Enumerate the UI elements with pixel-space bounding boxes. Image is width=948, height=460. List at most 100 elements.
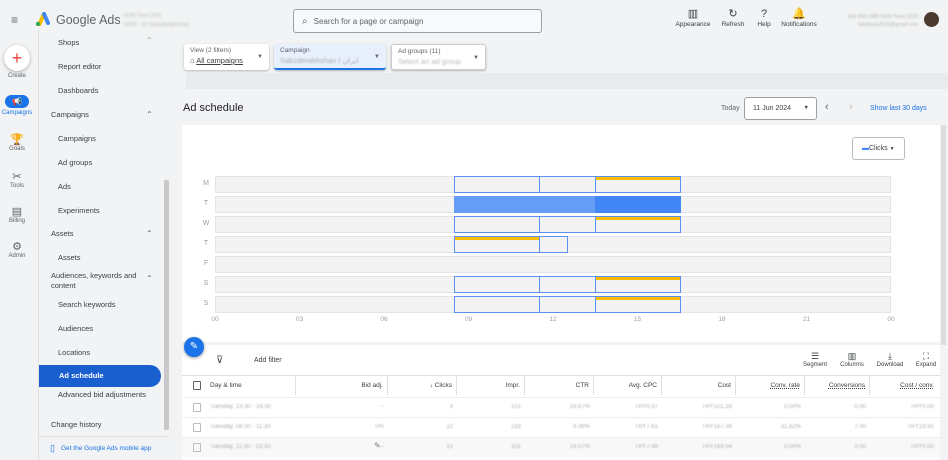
schedule-slot[interactable] <box>595 216 681 233</box>
nav-item-dashboards[interactable]: Dashboards <box>58 86 153 96</box>
chevron-up-icon[interactable]: ⌃ <box>146 110 153 119</box>
column-header-conv-rate[interactable]: Conv. rate <box>736 376 805 395</box>
rail-item-create[interactable]: + Create <box>0 45 34 79</box>
nav-item-experiments[interactable]: Experiments <box>58 206 153 216</box>
account-id[interactable]: HDM · ID Sabzderakhshan <box>124 22 190 28</box>
segment-button[interactable]: ☰ Segment <box>800 351 830 368</box>
column-header-conversions[interactable]: Conversions <box>805 376 870 395</box>
metric-value: Clicks <box>869 145 888 152</box>
nav-item-campaigns[interactable]: Campaigns <box>58 134 153 144</box>
adgroup-filter[interactable]: Ad groups (11) Select an ad group ▼ <box>391 44 486 70</box>
chevron-up-icon[interactable]: ⌃ <box>146 274 153 283</box>
filter-icon[interactable]: ⊽ <box>216 355 223 366</box>
nav-item-change-history[interactable]: Change history <box>51 420 146 430</box>
rail-item-goals[interactable]: 🏆 Goals <box>0 133 34 152</box>
columns-label: Columns <box>840 362 864 368</box>
account-name[interactable]: HDM Team 2020 <box>124 13 161 19</box>
column-header-bid-adj[interactable]: Bid adj. <box>296 376 388 395</box>
schedule-slot[interactable] <box>595 176 681 193</box>
schedule-slot[interactable] <box>454 296 540 313</box>
avatar[interactable] <box>924 12 939 27</box>
nav-item-shops[interactable]: Shops <box>58 38 153 48</box>
schedule-slot[interactable] <box>454 276 540 293</box>
table-cell: Tuesday, 11:30 - 13:30 <box>210 444 271 450</box>
schedule-slot[interactable] <box>538 196 597 213</box>
campaign-filter-label: Campaign <box>280 47 310 54</box>
nav-item-report-editor[interactable]: Report editor <box>58 62 153 72</box>
create-icon: + <box>4 45 30 71</box>
x-tick-label: 21 <box>802 316 811 323</box>
table-cell: 15 <box>446 444 453 450</box>
schedule-slot[interactable] <box>538 216 597 233</box>
nav-item-ads[interactable]: Ads <box>58 182 153 192</box>
columns-button[interactable]: ▥ Columns <box>837 351 867 368</box>
topbar-notifications-button[interactable]: 🔔 Notifications <box>777 8 821 28</box>
add-filter-button[interactable]: Add filter <box>254 357 282 364</box>
date-picker[interactable]: 11 Jun 2024 ▼ <box>744 97 817 120</box>
schedule-slot[interactable] <box>538 296 597 313</box>
column-header-day-time[interactable]: Day & time <box>182 376 296 395</box>
column-header-cost-conv[interactable]: Cost / conv. <box>870 376 938 395</box>
page-scrollbar[interactable] <box>941 125 946 345</box>
rail-item-admin[interactable]: ⚙ Admin <box>0 240 34 259</box>
schedule-slot[interactable] <box>454 196 540 213</box>
schedule-slot[interactable] <box>454 176 540 193</box>
schedule-slot[interactable] <box>538 276 597 293</box>
rail-item-campaigns[interactable]: 📢 Campaigns <box>0 95 34 116</box>
search-placeholder: Search for a page or campaign <box>313 16 424 26</box>
metric-selector[interactable]: ▬Clicks ▼ <box>852 137 905 160</box>
rail-item-tools[interactable]: ✂ Tools <box>0 170 34 189</box>
menu-icon[interactable]: ≡ <box>11 13 18 27</box>
nav-item-assets[interactable]: Assets <box>58 253 153 263</box>
column-header-clicks[interactable]: ↓ Clicks <box>388 376 457 395</box>
edit-bid-icon[interactable]: ✎ <box>374 441 381 450</box>
column-header-impr[interactable]: Impr. <box>457 376 525 395</box>
table-cell: 0.00 <box>854 404 866 410</box>
rail-item-billing[interactable]: ▤ Billing <box>0 205 34 224</box>
schedule-slot[interactable] <box>538 236 569 253</box>
column-header-avg-cpc[interactable]: Avg. CPC <box>594 376 662 395</box>
nav-item-audiences-keywords-and-content[interactable]: Audiences, keywords and content <box>51 271 146 291</box>
table-cell: TRY164.54 <box>701 444 732 450</box>
nav-item-assets[interactable]: Assets <box>51 229 146 239</box>
highlight-bar <box>596 177 680 180</box>
nav-scrollbar[interactable] <box>164 180 169 430</box>
day-label: S <box>203 280 209 287</box>
topbar-appearance-button[interactable]: ▥ Appearance <box>671 8 715 28</box>
schedule-slot[interactable] <box>595 276 681 293</box>
schedule-slot[interactable] <box>454 216 540 233</box>
x-tick-label: 09 <box>464 316 473 323</box>
nav-item-search-keywords[interactable]: Search keywords <box>58 300 153 310</box>
expand-button[interactable]: ⛶ Expand <box>911 351 941 368</box>
download-button[interactable]: ⤓ Download <box>875 351 905 368</box>
nav-item-locations[interactable]: Locations <box>58 348 153 358</box>
mobile-app-link[interactable]: Get the Google Ads mobile app <box>61 445 151 452</box>
search-input[interactable]: ⌕ Search for a page or campaign <box>293 9 542 33</box>
edit-icon[interactable]: ✎ <box>184 337 204 357</box>
schedule-slot[interactable] <box>538 176 597 193</box>
nav-item-campaigns[interactable]: Campaigns <box>51 110 146 120</box>
campaign-filter[interactable]: Campaign Sabzderakhshan | ایران ▼ <box>274 44 386 70</box>
view-filter-value: All campaigns <box>196 56 243 65</box>
show-last-30-days-link[interactable]: Show last 30 days <box>870 105 927 112</box>
view-filter[interactable]: View (2 filters) ⌂ All campaigns ▼ <box>184 44 269 70</box>
table-cell: 7.00 <box>854 424 866 430</box>
column-header-cost[interactable]: Cost <box>662 376 736 395</box>
schedule-slot[interactable] <box>595 196 681 213</box>
table-cell: 9.36% <box>572 424 590 430</box>
schedule-slot[interactable] <box>595 296 681 313</box>
nav-item-advanced-bid-adjustments[interactable]: Advanced bid adjustments <box>58 390 153 400</box>
schedule-slot[interactable] <box>454 236 540 253</box>
chevron-up-icon[interactable]: ⌃ <box>146 36 153 45</box>
x-tick-label: 00 <box>887 316 895 323</box>
nav-item-ad-groups[interactable]: Ad groups <box>58 158 153 168</box>
next-date-button[interactable]: › <box>849 101 853 113</box>
chevron-up-icon[interactable]: ⌃ <box>146 229 153 238</box>
column-header-ctr[interactable]: CTR <box>525 376 594 395</box>
dropdown-icon: ▼ <box>889 146 895 152</box>
prev-date-button[interactable]: ‹ <box>825 101 829 113</box>
segment-label: Segment <box>802 362 827 368</box>
nav-item-ad-schedule[interactable]: Ad schedule <box>39 365 161 387</box>
x-tick-label: 06 <box>380 316 388 323</box>
nav-item-audiences[interactable]: Audiences <box>58 324 153 334</box>
